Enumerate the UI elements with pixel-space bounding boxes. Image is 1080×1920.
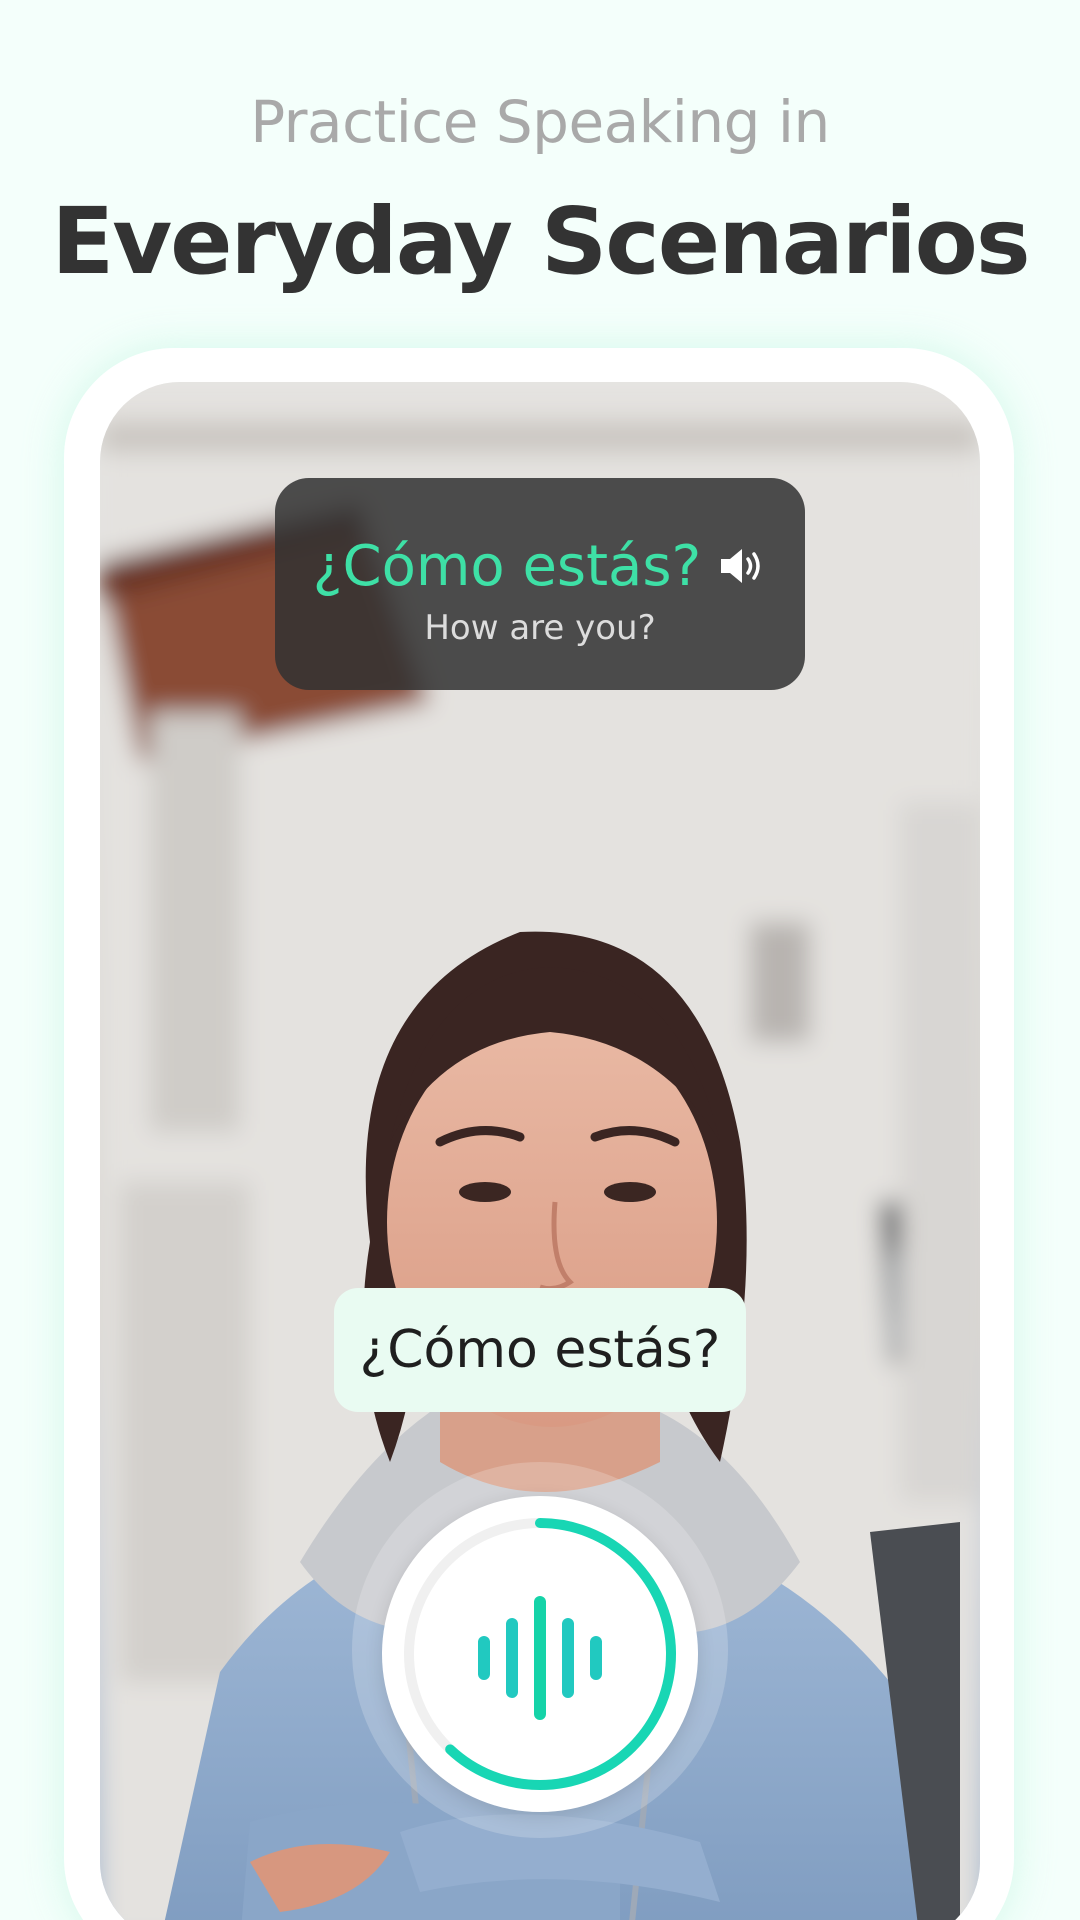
- spoken-response-bubble: ¿Cómo estás?: [334, 1288, 746, 1412]
- translation-text: How are you?: [424, 608, 656, 648]
- promo-page: Practice Speaking in Everyday Scenarios: [0, 0, 1080, 1920]
- speaker-icon[interactable]: [717, 544, 767, 588]
- spoken-response-text: ¿Cómo estás?: [359, 1320, 721, 1380]
- page-title: Everyday Scenarios: [51, 188, 1030, 295]
- translation-card: ¿Cómo estás? How are you?: [275, 478, 805, 690]
- video-screen: ¿Cómo estás? How are you? ¿Cómo estás?: [100, 382, 980, 1920]
- progress-ring: [404, 1518, 676, 1790]
- record-button[interactable]: [382, 1496, 698, 1812]
- target-phrase: ¿Cómo estás?: [312, 533, 702, 599]
- page-subtitle: Practice Speaking in: [250, 88, 830, 156]
- waveform-icon: [478, 1596, 602, 1720]
